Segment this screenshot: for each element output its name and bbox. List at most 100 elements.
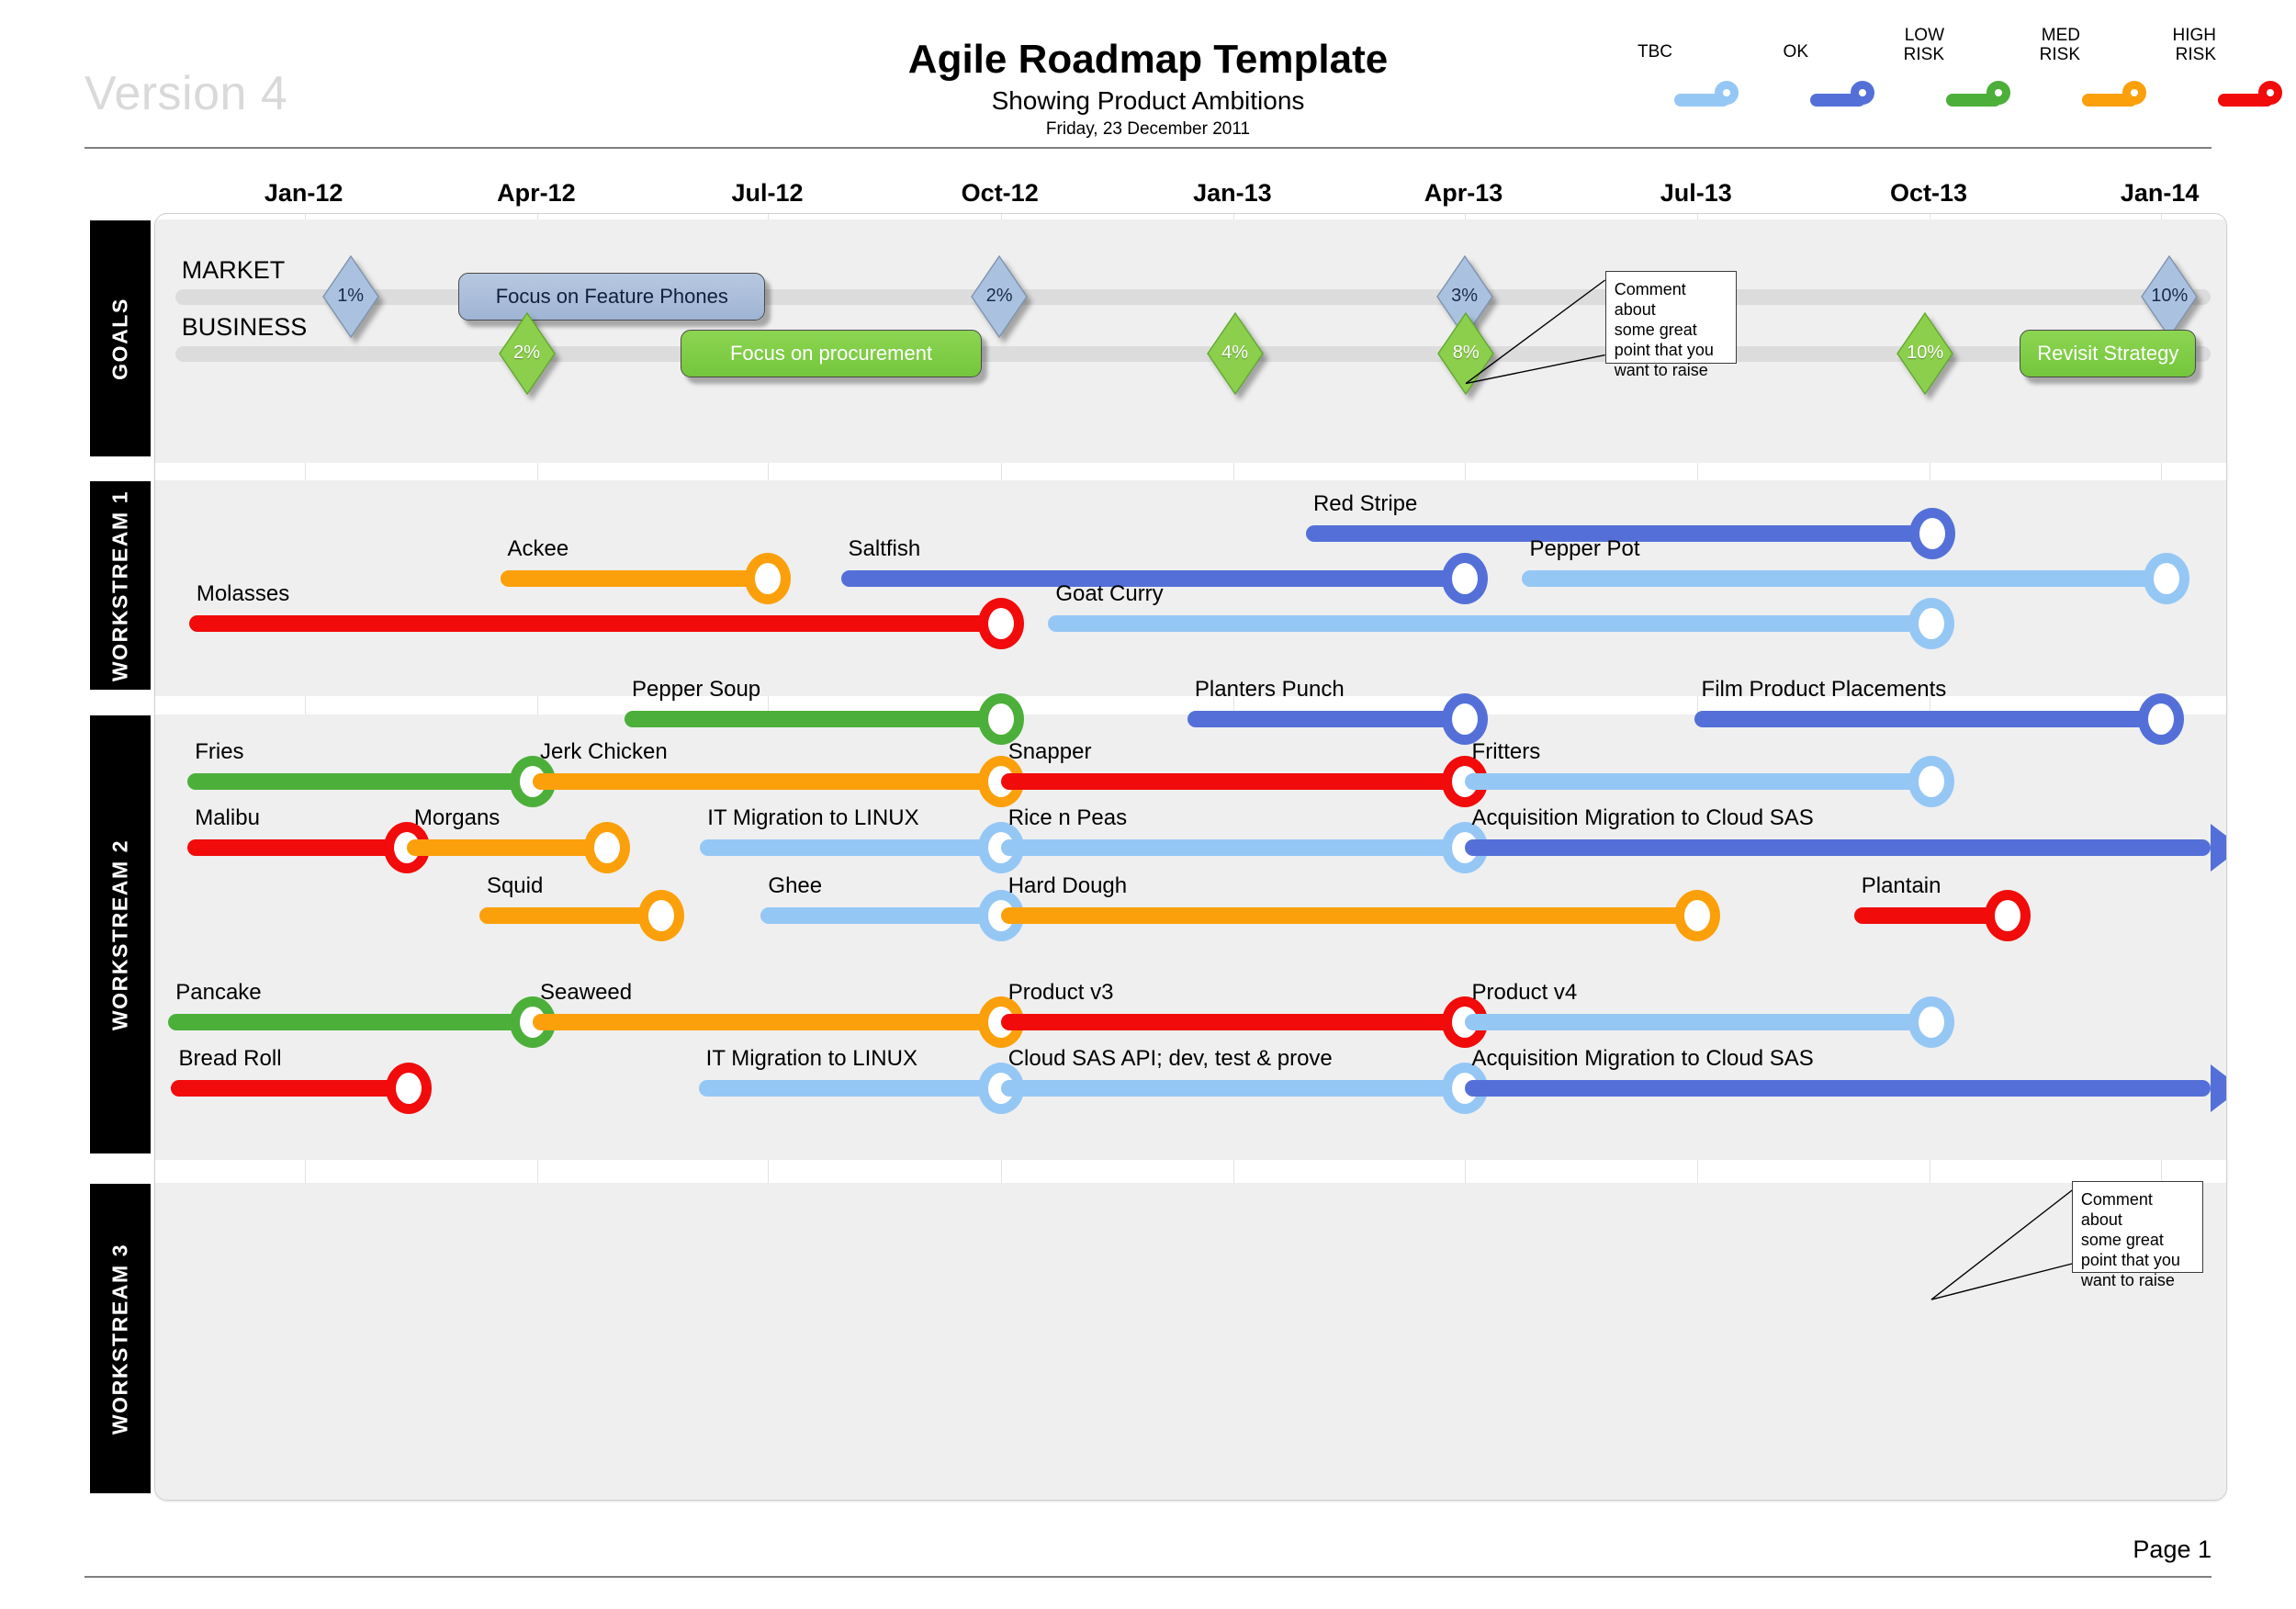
section-tab-label: GOALS <box>107 297 132 380</box>
roadmap-bar[interactable] <box>1694 711 2161 727</box>
roadmap-bar[interactable] <box>625 711 1001 727</box>
milestone-marker[interactable] <box>1908 598 1954 649</box>
roadmap-item-label: Squid <box>486 873 544 898</box>
roadmap-item-label: Product v3 <box>1007 980 1114 1005</box>
goal-milestone-diamond[interactable]: 2% <box>971 254 1028 339</box>
roadmap-item-label: Bread Roll <box>178 1046 282 1071</box>
milestone-marker[interactable] <box>745 553 792 604</box>
section-tab-label: WORKSTREAM 2 <box>107 838 132 1030</box>
roadmap-bar[interactable] <box>168 1014 534 1030</box>
callout-text-line: some great <box>1614 320 1697 339</box>
roadmap-bar[interactable] <box>1187 711 1465 727</box>
goal-milestone-diamond[interactable]: 10% <box>2141 254 2199 339</box>
roadmap-bar[interactable] <box>1464 839 2212 856</box>
roadmap-item-label: IT Migration to LINUX <box>705 1046 917 1071</box>
roadmap-bar[interactable] <box>1000 839 1465 856</box>
callout-text-line: want to raise <box>1614 360 1708 379</box>
roadmap-item-label: Pancake <box>175 980 262 1005</box>
legend-label: MED RISK <box>2039 26 2080 64</box>
axis-tick-jan-13: Jan-13 <box>1193 179 1272 207</box>
section-tab-workstream3: WORKSTREAM 3 <box>90 1184 151 1493</box>
roadmap-item-label: Plantain <box>1861 873 1941 898</box>
goal-milestone-diamond[interactable]: 4% <box>1206 311 1264 396</box>
roadmap-bar[interactable] <box>406 839 607 856</box>
milestone-marker[interactable] <box>2137 693 2184 745</box>
goal-pill[interactable]: Focus on procurement <box>681 330 982 377</box>
roadmap-bar[interactable] <box>1464 773 1931 790</box>
roadmap-item-label: Ackee <box>507 536 569 561</box>
roadmap-bar[interactable] <box>533 1014 1001 1030</box>
roadmap-chart: MARKET 1% 2% 3% 10% Focus on Feature Phones BU… <box>154 213 2227 1501</box>
page-title: Agile Roadmap Template <box>907 37 1389 82</box>
milestone-marker[interactable] <box>583 822 630 873</box>
milestone-marker[interactable] <box>1673 890 1720 941</box>
section-tab-workstream2: WORKSTREAM 2 <box>90 715 151 1153</box>
milestone-marker[interactable] <box>638 890 685 941</box>
roadmap-bar[interactable] <box>1464 1014 1931 1030</box>
goals-comment-callout[interactable]: Comment about some great point that you wan… <box>1604 270 1738 379</box>
milestone-marker[interactable] <box>1441 693 1488 745</box>
legend-label: LOW RISK <box>1903 26 1944 64</box>
roadmap-bar[interactable] <box>533 773 1001 790</box>
page-date: Friday, 23 December 2011 <box>1045 119 1251 140</box>
roadmap-bar[interactable] <box>1000 907 1697 924</box>
roadmap-bar[interactable] <box>1464 1080 2212 1097</box>
milestone-marker[interactable] <box>1909 508 1956 559</box>
roadmap-item-label: Fries <box>195 739 244 764</box>
title-block: Agile Roadmap Template Showing Product A… <box>0 37 2296 140</box>
legend-milestone-icon <box>1715 81 1739 105</box>
roadmap-item-label: Fritters <box>1471 739 1541 764</box>
roadmap-bar[interactable] <box>1000 773 1465 790</box>
footer-divider <box>84 1576 2212 1578</box>
goal-milestone-value: 4% <box>1221 343 1248 363</box>
axis-tick-apr-12: Apr-12 <box>497 179 576 207</box>
goal-milestone-diamond[interactable]: 2% <box>498 311 556 396</box>
roadmap-bar[interactable] <box>187 773 534 790</box>
goal-row-label-market: MARKET <box>181 256 286 284</box>
roadmap-item-label: Seaweed <box>540 980 633 1005</box>
roadmap-bar[interactable] <box>1000 1080 1465 1097</box>
roadmap-bar[interactable] <box>500 570 769 587</box>
callout-text-line: Comment about <box>1614 279 1686 319</box>
legend-milestone-icon <box>2258 81 2282 105</box>
roadmap-bar[interactable] <box>1522 570 2167 587</box>
roadmap-item-label: Ghee <box>768 873 823 898</box>
workstream-comment-callout[interactable]: Comment about some great point that you wan… <box>2071 1181 2204 1289</box>
roadmap-bar[interactable] <box>760 907 1001 924</box>
milestone-marker[interactable] <box>977 693 1024 745</box>
milestone-marker[interactable] <box>1441 553 1488 604</box>
milestone-marker[interactable] <box>385 1063 432 1114</box>
legend-milestone-icon <box>1986 81 2010 105</box>
goal-milestone-diamond[interactable]: 1% <box>321 254 379 339</box>
roadmap-bar[interactable] <box>171 1080 409 1097</box>
roadmap-bar[interactable] <box>1048 615 1931 632</box>
goal-milestone-diamond[interactable]: 10% <box>1896 311 1954 396</box>
milestone-marker[interactable] <box>2144 553 2190 604</box>
roadmap-bar[interactable] <box>478 907 662 924</box>
roadmap-item-label: Product v4 <box>1471 980 1578 1005</box>
roadmap-bar[interactable] <box>188 615 1001 632</box>
goal-milestone-value: 10% <box>1907 343 1944 363</box>
roadmap-bar[interactable] <box>700 839 1001 856</box>
callout-leader-line <box>1465 278 1606 384</box>
header-divider <box>84 147 2212 149</box>
axis-tick-jul-13: Jul-13 <box>1660 179 1732 207</box>
milestone-marker[interactable] <box>1985 890 2032 941</box>
legend-label: OK <box>1783 42 1808 62</box>
roadmap-item-label: Pepper Soup <box>632 677 761 702</box>
roadmap-bar[interactable] <box>1000 1014 1465 1030</box>
axis-tick-oct-12: Oct-12 <box>961 179 1039 207</box>
roadmap-item-label: Film Product Placements <box>1701 677 1947 702</box>
milestone-marker[interactable] <box>1908 756 1954 807</box>
legend-label: HIGH RISK <box>2172 26 2217 64</box>
milestone-marker[interactable] <box>977 598 1024 649</box>
roadmap-item-label: Hard Dough <box>1007 873 1128 898</box>
goal-pill[interactable]: Revisit Strategy <box>2020 330 2197 377</box>
milestone-marker[interactable] <box>1908 996 1954 1048</box>
legend-milestone-icon <box>1851 81 1874 105</box>
roadmap-item-label: Acquisition Migration to Cloud SAS <box>1471 1046 1814 1071</box>
section-tab-label: WORKSTREAM 1 <box>107 489 132 681</box>
roadmap-item-label: Goat Curry <box>1055 581 1164 606</box>
roadmap-bar[interactable] <box>698 1080 1001 1097</box>
roadmap-bar[interactable] <box>187 839 407 856</box>
